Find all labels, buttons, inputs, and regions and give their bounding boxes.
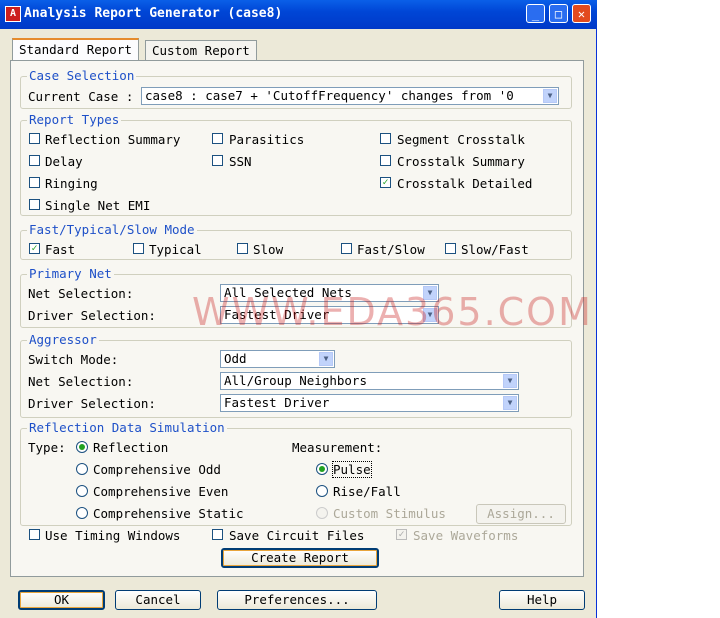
cancel-button[interactable]: Cancel <box>115 590 201 610</box>
create-report-button[interactable]: Create Report <box>221 548 379 568</box>
preferences-button[interactable]: Preferences... <box>217 590 377 610</box>
crosstalk-detailed-checkbox[interactable]: ✓ <box>380 177 391 188</box>
custom-stimulus-label: Custom Stimulus <box>333 506 446 521</box>
slow-label: Slow <box>253 242 284 257</box>
fast-label: Fast <box>45 242 76 257</box>
slow-fast-checkbox[interactable] <box>445 243 456 254</box>
help-button[interactable]: Help <box>499 590 585 610</box>
reflection-summary-label: Reflection Summary <box>45 132 181 147</box>
switch-mode-value: Odd <box>224 351 247 366</box>
current-case-value: case8 : case7 + 'CutoffFrequency' change… <box>145 88 514 103</box>
pulse-label: Pulse <box>332 461 372 478</box>
chevron-down-icon[interactable]: ▼ <box>543 89 557 103</box>
aggressor-net-selection-value: All/Group Neighbors <box>224 373 367 388</box>
minimize-button[interactable]: _ <box>526 4 545 23</box>
checkmark-icon: ✓ <box>382 177 389 188</box>
slow-checkbox[interactable] <box>237 243 248 254</box>
use-timing-windows-checkbox[interactable] <box>29 529 40 540</box>
measurement-label: Measurement: <box>292 440 383 455</box>
current-case-select[interactable]: case8 : case7 + 'CutoffFrequency' change… <box>141 87 559 105</box>
crosstalk-summary-label: Crosstalk Summary <box>397 154 525 169</box>
checkmark-icon: ✓ <box>398 529 405 540</box>
close-button[interactable]: ✕ <box>572 4 591 23</box>
use-timing-windows-label: Use Timing Windows <box>45 528 181 543</box>
parasitics-label: Parasitics <box>229 132 305 147</box>
custom-stimulus-radio[interactable] <box>316 507 328 519</box>
app-icon[interactable]: A <box>5 6 21 22</box>
comprehensive-static-label: Comprehensive Static <box>93 506 244 521</box>
window-title: Analysis Report Generator (case8) <box>24 6 283 21</box>
save-circuit-files-label: Save Circuit Files <box>229 528 365 543</box>
fast-slow-checkbox[interactable] <box>341 243 352 254</box>
maximize-button[interactable]: □ <box>549 4 568 23</box>
save-waveforms-checkbox[interactable]: ✓ <box>396 529 407 540</box>
reflection-radio[interactable] <box>76 441 88 453</box>
aggressor-driver-selection-value: Fastest Driver <box>224 395 330 410</box>
current-case-label: Current Case : <box>28 89 134 104</box>
report-types-title: Report Types <box>27 112 122 127</box>
fast-checkbox[interactable]: ✓ <box>29 243 40 254</box>
aggressor-net-selection-label: Net Selection: <box>28 374 134 389</box>
single-net-emi-label: Single Net EMI <box>45 198 151 213</box>
ringing-checkbox[interactable] <box>29 177 40 188</box>
tab-custom-report[interactable]: Custom Report <box>145 40 257 61</box>
pulse-radio[interactable] <box>316 463 328 475</box>
crosstalk-detailed-label: Crosstalk Detailed <box>397 176 533 191</box>
switch-mode-select[interactable]: Odd ▼ <box>220 350 335 368</box>
delay-checkbox[interactable] <box>29 155 40 166</box>
typical-checkbox[interactable] <box>133 243 144 254</box>
save-circuit-files-checkbox[interactable] <box>212 529 223 540</box>
ssn-label: SSN <box>229 154 252 169</box>
fast-slow-label: Fast/Slow <box>357 242 425 257</box>
primary-driver-selection-label: Driver Selection: <box>28 308 156 323</box>
ssn-checkbox[interactable] <box>212 155 223 166</box>
chevron-down-icon[interactable]: ▼ <box>503 374 517 388</box>
comprehensive-odd-radio[interactable] <box>76 463 88 475</box>
delay-label: Delay <box>45 154 83 169</box>
segment-crosstalk-checkbox[interactable] <box>380 133 391 144</box>
chevron-down-icon[interactable]: ▼ <box>319 352 333 366</box>
primary-net-selection-label: Net Selection: <box>28 286 134 301</box>
crosstalk-summary-checkbox[interactable] <box>380 155 391 166</box>
aggressor-title: Aggressor <box>27 332 99 347</box>
watermark: WWW.EDA365.COM <box>192 290 593 334</box>
assign-button[interactable]: Assign... <box>476 504 566 524</box>
segment-crosstalk-label: Segment Crosstalk <box>397 132 525 147</box>
comprehensive-odd-label: Comprehensive Odd <box>93 462 221 477</box>
single-net-emi-checkbox[interactable] <box>29 199 40 210</box>
comprehensive-static-radio[interactable] <box>76 507 88 519</box>
switch-mode-label: Switch Mode: <box>28 352 119 367</box>
typical-label: Typical <box>149 242 202 257</box>
reflection-radio-label: Reflection <box>93 440 169 455</box>
type-label: Type: <box>28 440 66 455</box>
tab-standard-report[interactable]: Standard Report <box>12 38 139 62</box>
comprehensive-even-radio[interactable] <box>76 485 88 497</box>
save-waveforms-label: Save Waveforms <box>413 528 519 543</box>
chevron-down-icon[interactable]: ▼ <box>503 396 517 410</box>
mode-title: Fast/Typical/Slow Mode <box>27 222 197 237</box>
checkmark-icon: ✓ <box>31 243 38 254</box>
reflection-summary-checkbox[interactable] <box>29 133 40 144</box>
aggressor-net-selection-select[interactable]: All/Group Neighbors ▼ <box>220 372 519 390</box>
rise-fall-label: Rise/Fall <box>333 484 401 499</box>
rise-fall-radio[interactable] <box>316 485 328 497</box>
primary-net-title: Primary Net <box>27 266 114 281</box>
aggressor-driver-selection-select[interactable]: Fastest Driver ▼ <box>220 394 519 412</box>
ok-button[interactable]: OK <box>18 590 105 610</box>
ringing-label: Ringing <box>45 176 98 191</box>
slow-fast-label: Slow/Fast <box>461 242 529 257</box>
reflection-sim-title: Reflection Data Simulation <box>27 420 227 435</box>
aggressor-driver-selection-label: Driver Selection: <box>28 396 156 411</box>
comprehensive-even-label: Comprehensive Even <box>93 484 229 499</box>
case-selection-title: Case Selection <box>27 68 137 83</box>
parasitics-checkbox[interactable] <box>212 133 223 144</box>
